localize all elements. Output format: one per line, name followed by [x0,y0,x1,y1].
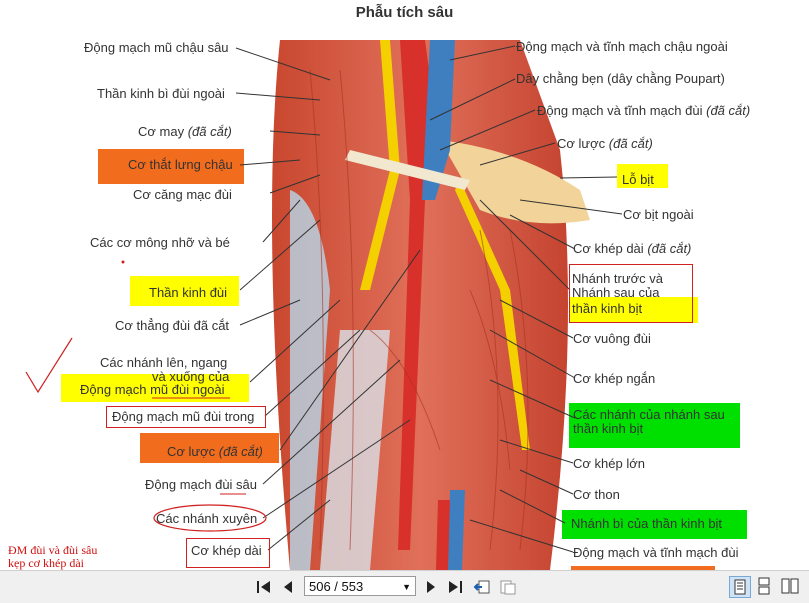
label-iliopsoas: Cơ thắt lưng chậu [128,157,233,172]
page-number-text: 506 / 553 [309,579,364,594]
label-gracilis: Cơ thon [573,487,620,502]
first-page-icon[interactable] [254,577,274,597]
label-adductor-brevis: Cơ khép ngắn [573,371,656,386]
pdf-viewer-toolbar: 506 / 553 ▼ [0,570,809,603]
go-forward-icon[interactable] [498,577,518,597]
page-title: Phẫu tích sâu [355,4,454,21]
label-obturator-externus: Cơ bịt ngoài [623,207,694,222]
continuous-view-icon[interactable] [754,576,776,598]
two-page-view-icon[interactable] [780,576,802,598]
label-quadratus-femoris: Cơ vuông đùi [573,331,651,346]
document-page: Phẫu tích sâu Động mạch mũ chậu sâu Thần… [0,0,809,570]
label-obturator-branches-line1: Nhánh trước và [572,271,663,286]
label-gluteus-medius-minimus: Các cơ mông nhỡ và bé [90,235,230,250]
label-adductor-longus-left: Cơ khép dài [191,543,262,558]
label-adductor-magnus: Cơ khép lớn [573,456,645,471]
label-rectus-femoris-cut: Cơ thẳng đùi đã cắt [115,318,230,333]
label-sartorius: Cơ may (đã cắt) [138,124,232,139]
label-obturator-branches-line3: thần kinh bịt [572,301,643,316]
label-deep-circumflex-iliac-artery: Động mạch mũ chậu sâu [84,40,229,55]
label-cutaneous-branch-obturator: Nhánh bì của thần kinh bịt [571,516,723,531]
go-back-icon[interactable] [472,577,492,597]
label-femoral-vessels: Động mạch và tĩnh mạch đùi [573,545,739,560]
label-tensor-fasciae-latae: Cơ căng mạc đùi [133,187,232,202]
label-branches-line1: Các nhánh lên, ngang [100,355,228,370]
label-adductor-longus-cut: Cơ khép dài (đã cắt) [573,241,692,256]
next-page-icon[interactable] [421,577,441,597]
label-deep-femoral-artery: Động mạch đùi sâu [145,477,258,492]
last-page-icon[interactable] [445,577,465,597]
label-posterior-branch-line2: thần kinh bịt [573,421,644,436]
label-obturator-branches-line2: Nhánh sau của [572,285,660,300]
label-lateral-circumflex-femoral-artery: Động mạch mũ đùi ngoài [80,382,225,397]
label-posterior-branch-line1: Các nhánh của nhánh sau [573,407,725,422]
prev-page-icon[interactable] [278,577,298,597]
note-line: kẹp cơ khép dài [8,556,84,570]
label-femoral-vessels-cut: Động mạch và tĩnh mạch đùi (đã cắt) [537,103,751,118]
chevron-down-icon: ▼ [402,582,411,592]
label-medial-circumflex-femoral-artery: Động mạch mũ đùi trong [112,409,255,424]
label-pectineus-left: Cơ lược (đã cắt) [167,444,263,459]
label-lateral-femoral-cutaneous-nerve: Thần kinh bì đùi ngoài [97,86,225,101]
label-external-iliac-vessels: Động mạch và tĩnh mạch chậu ngoài [516,39,728,54]
label-obturator-foramen: Lỗ bịt [622,172,654,187]
label-pectineus-right: Cơ lược (đã cắt) [557,136,653,151]
label-femoral-nerve: Thần kinh đùi [149,285,228,300]
single-page-view-icon[interactable] [729,576,751,598]
handwritten-note: ĐM đùi và đùi sâu kẹp cơ khép dài [8,544,97,570]
page-number-select[interactable]: 506 / 553 ▼ [304,576,416,596]
label-inguinal-ligament: Dây chằng bẹn (dây chằng Poupart) [516,71,725,86]
label-perforating-branches: Các nhánh xuyên [156,511,258,526]
